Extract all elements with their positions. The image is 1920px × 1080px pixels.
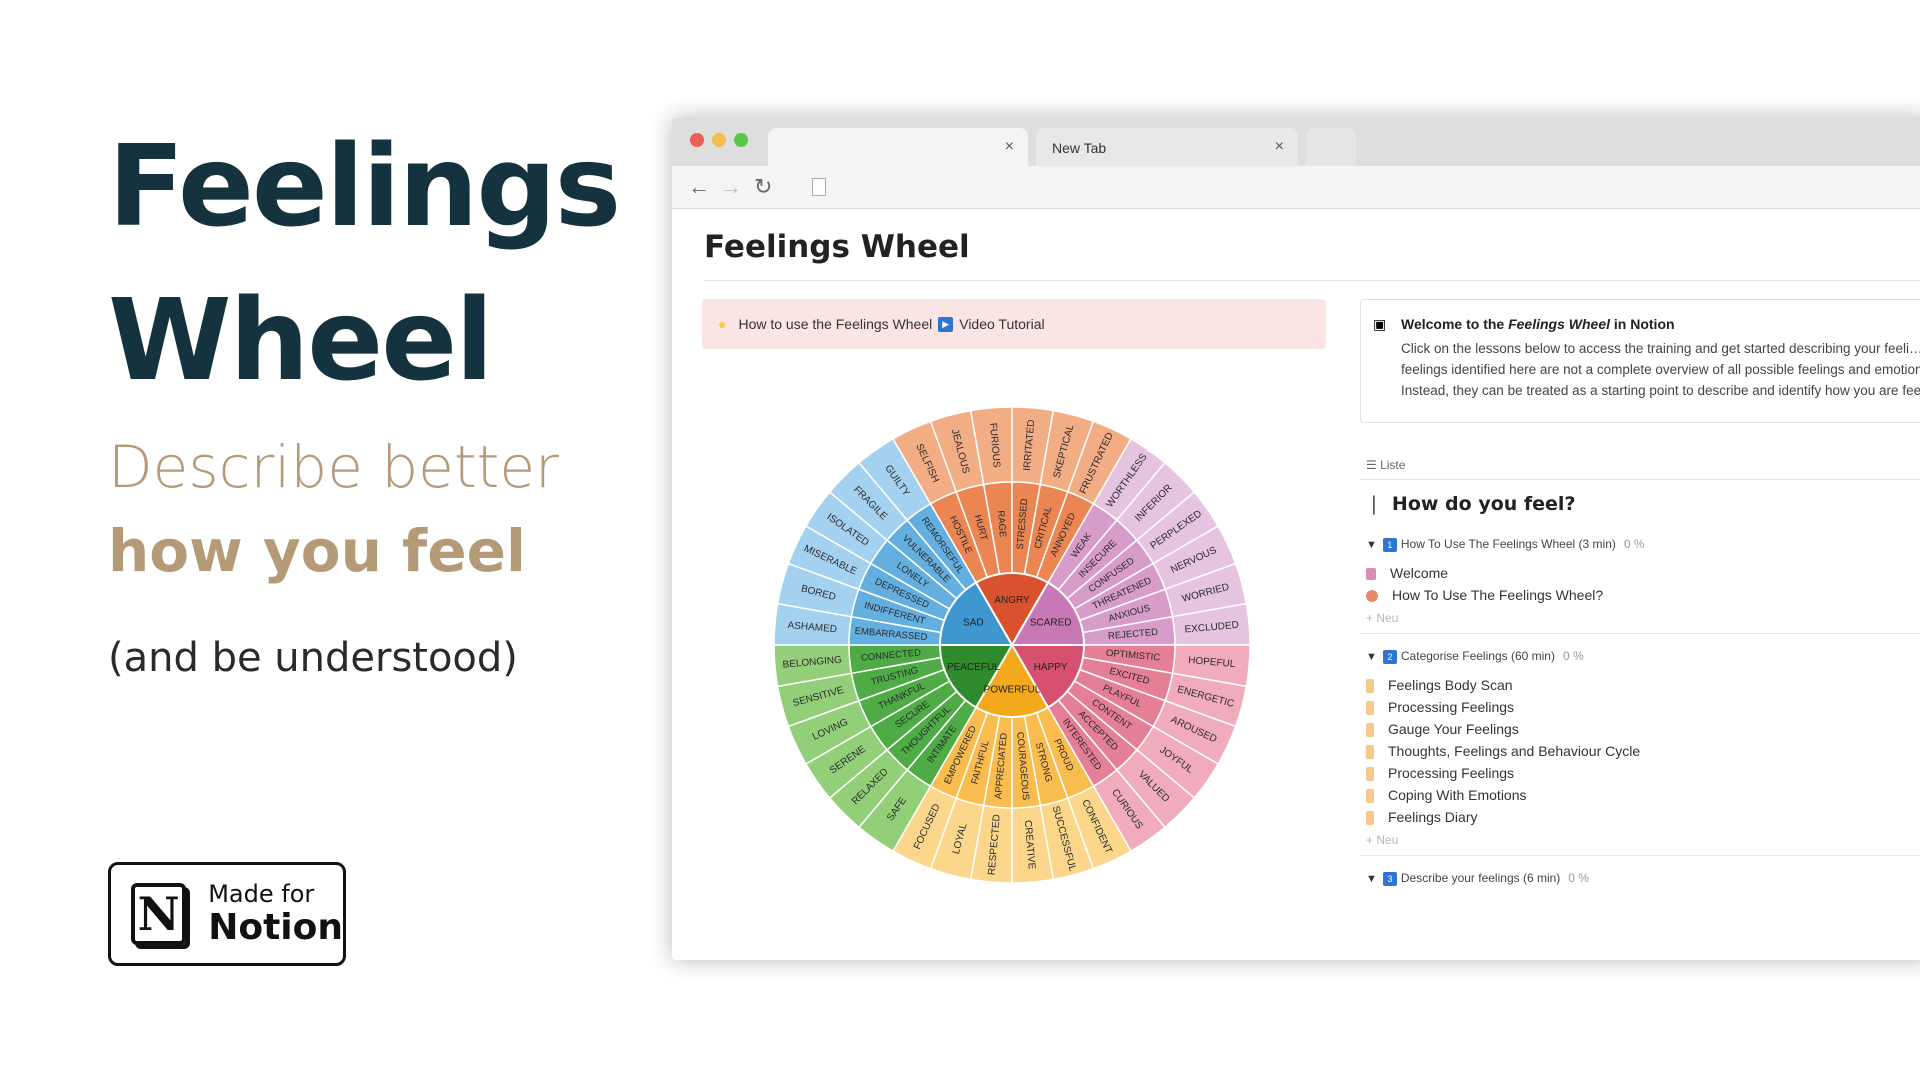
list-item[interactable]: Coping With Emotions (1366, 787, 1527, 804)
page-icon (1366, 701, 1374, 716)
wheel-icon (1366, 590, 1378, 603)
list-item[interactable]: Gauge Your Feelings (1366, 721, 1519, 738)
tab-close-icon[interactable]: × (1275, 138, 1284, 156)
promo-title-line1: Feelings (108, 122, 621, 252)
welcome-head-pre: Welcome to the (1401, 316, 1505, 332)
new-tab-button[interactable] (1306, 128, 1356, 166)
promo-title-line2: Wheel (108, 276, 494, 406)
tab-new-tab[interactable]: New Tab × (1036, 128, 1298, 166)
made-for-notion-badge: N Made for Notion (108, 862, 346, 966)
wheel-core-label: PEACEFUL (947, 662, 1000, 673)
wheel-core-label: ANGRY (994, 595, 1030, 606)
promo-subtitle-line1: Describe better (108, 433, 559, 501)
promo-title: Feelings Wheel (108, 110, 621, 418)
reload-icon[interactable]: ↻ (754, 174, 772, 200)
group-progress: 0 % (1568, 871, 1589, 885)
list-item-label: How To Use The Feelings Wheel? (1392, 587, 1604, 603)
group-title: How To Use The Feelings Wheel (3 min) (1400, 537, 1616, 551)
notion-page-icon: ▣ (1373, 316, 1387, 332)
add-new-button[interactable]: + Neu (1366, 611, 1398, 625)
wheel-core-label: HAPPY (1034, 662, 1068, 673)
group-divider (1360, 633, 1920, 634)
wheel-core-label: POWERFUL (984, 684, 1041, 695)
list-item[interactable]: Thoughts, Feelings and Behaviour Cycle (1366, 743, 1641, 760)
list-item-label: Feelings Body Scan (1388, 677, 1513, 693)
badge-big-text: Notion (208, 907, 343, 948)
welcome-heading: Welcome to the Feelings Wheel in Notion (1401, 316, 1675, 332)
question-text: How do you feel? (1391, 493, 1576, 515)
list-item-label: Processing Feelings (1388, 699, 1515, 715)
list-view-label: Liste (1380, 458, 1406, 472)
welcome-body: Click on the lessons below to access the… (1401, 341, 1920, 398)
promo-subtitle: Describe better how you feel (108, 425, 559, 593)
list-item-label: Processing Feelings (1388, 765, 1515, 781)
page-icon (1366, 723, 1374, 738)
promo-panel: Feelings Wheel Describe better how you f… (108, 0, 668, 1080)
tab-close-icon[interactable]: × (1005, 138, 1014, 156)
list-item[interactable]: Welcome (1366, 565, 1448, 581)
group-toggle-2[interactable]: ▼ 2 Categorise Feelings (60 min) 0 % (1366, 649, 1584, 664)
welcome-head-post: in Notion (1613, 316, 1675, 332)
minimize-window-button[interactable] (712, 133, 726, 147)
badge-text: Made for Notion (208, 882, 343, 946)
triangle-down-icon[interactable]: ▼ (1366, 651, 1377, 663)
group-progress: 0 % (1562, 649, 1584, 663)
badge-small-text: Made for (208, 880, 315, 908)
close-window-button[interactable] (690, 133, 704, 147)
notion-logo-icon: N (131, 883, 187, 945)
list-item-label: Thoughts, Feelings and Behaviour Cycle (1388, 743, 1641, 759)
list-item[interactable]: How To Use The Feelings Wheel? (1366, 587, 1603, 603)
group-title: Categorise Feelings (60 min) (1400, 649, 1555, 663)
question-heading: ❘ How do you feel? (1366, 493, 1575, 515)
forward-arrow-icon[interactable]: → (720, 174, 742, 200)
add-new-button[interactable]: + Neu (1366, 833, 1398, 847)
list-view-tab[interactable]: ☰ Liste (1366, 458, 1405, 472)
tab-active[interactable]: × (768, 128, 1028, 166)
list-item-label: Feelings Diary (1388, 809, 1478, 825)
number-icon: 2 (1382, 650, 1397, 664)
list-item-label: Gauge Your Feelings (1388, 721, 1519, 737)
group-title: Describe your feelings (6 min) (1400, 871, 1561, 885)
number-icon: 1 (1382, 538, 1397, 552)
promo-subtitle-line2: how you feel (108, 517, 526, 585)
list-divider (1360, 479, 1920, 480)
page-document-icon (812, 178, 826, 196)
group-progress: 0 % (1623, 537, 1645, 551)
number-icon: 3 (1382, 872, 1397, 886)
maximize-window-button[interactable] (734, 133, 748, 147)
promo-note: (and be understood) (108, 635, 518, 681)
list-item[interactable]: Processing Feelings (1366, 699, 1515, 716)
back-arrow-icon[interactable]: ← (688, 174, 710, 200)
wheel-core-label: SCARED (1030, 617, 1072, 628)
page-icon (1366, 811, 1374, 826)
tab-bar: × New Tab × (672, 118, 1920, 166)
list-item[interactable]: Feelings Diary (1366, 809, 1478, 826)
group-divider (1360, 855, 1920, 856)
tab-label: New Tab (1052, 140, 1107, 156)
list-item-label: Welcome (1390, 565, 1449, 581)
page-icon (1366, 679, 1374, 694)
list-item-label: Coping With Emotions (1388, 787, 1527, 803)
notion-page: Feelings Wheel ● How to use the Feelings… (672, 209, 1920, 960)
question-mark-icon: ❘ (1366, 493, 1382, 515)
group-toggle-1[interactable]: ▼ 1 How To Use The Feelings Wheel (3 min) 0… (1366, 537, 1645, 552)
page-icon (1366, 789, 1374, 804)
list-item[interactable]: Feelings Body Scan (1366, 677, 1513, 694)
page-icon (1366, 745, 1374, 760)
list-item[interactable]: Processing Feelings (1366, 765, 1515, 782)
page-icon (1366, 568, 1376, 581)
triangle-down-icon[interactable]: ▼ (1366, 539, 1377, 551)
address-bar: ← → ↻ (672, 166, 1920, 209)
browser-window: × New Tab × ← → ↻ Feelings Wheel ● How t… (672, 118, 1920, 960)
triangle-down-icon[interactable]: ▼ (1366, 873, 1377, 885)
wheel-middle-label: RAGE (995, 510, 1008, 538)
group-toggle-3[interactable]: ▼ 3 Describe your feelings (6 min) 0 % (1366, 871, 1589, 886)
welcome-head-em: Feelings Wheel (1508, 316, 1611, 332)
welcome-callout: ▣ Welcome to the Feelings Wheel in Notio… (1360, 299, 1920, 423)
page-icon (1366, 767, 1374, 782)
wheel-core-label: SAD (963, 617, 984, 628)
